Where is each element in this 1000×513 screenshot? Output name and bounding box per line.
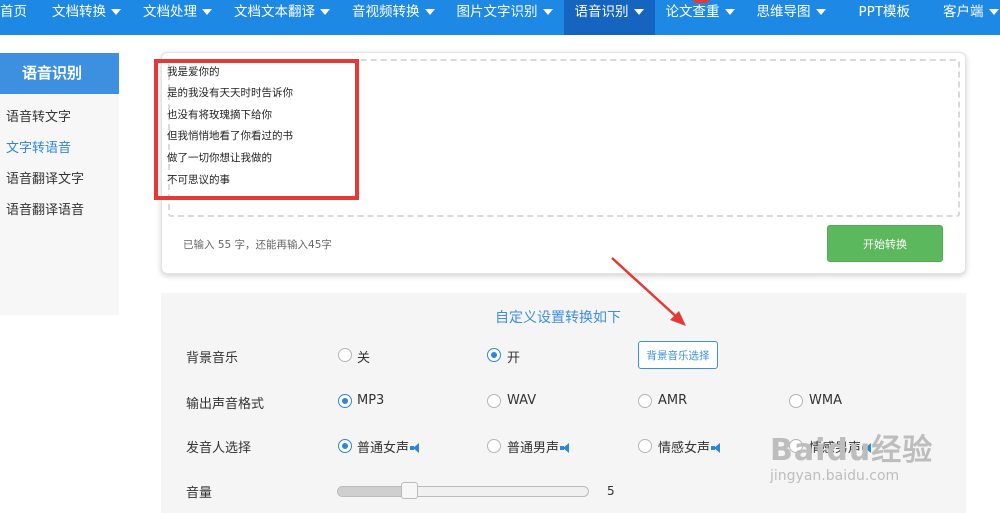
caret-down-icon [633, 9, 644, 15]
caret-down-icon [724, 9, 735, 15]
volume-label: 音量 [186, 486, 213, 501]
top-nav: 首页 文档转换 文档处理 文档文本翻译 音视频转换 图片文字识别 语音识别 论文… [0, 0, 1000, 35]
voice-label: 发音人选择 [186, 441, 252, 456]
format-option: AMR [658, 393, 688, 408]
voice-option: 情感女声 [658, 437, 723, 456]
nav-item-av-convert[interactable]: 音视频转换 [341, 0, 446, 35]
voice-male-normal-radio[interactable] [487, 439, 501, 453]
caret-down-icon [424, 9, 435, 15]
format-mp3-radio[interactable] [338, 394, 352, 408]
watermark-url: jingyan.baidu.com [770, 468, 900, 484]
nav-item-ocr[interactable]: 图片文字识别 [446, 0, 564, 35]
format-option: WMA [809, 393, 842, 408]
nav-label: 文档处理 [143, 4, 197, 20]
speaker-icon[interactable] [560, 443, 572, 453]
nav-label: 文档文本翻译 [234, 4, 315, 20]
nav-label: 思维导图 [756, 4, 811, 20]
bg-music-off-label: 关 [357, 351, 371, 366]
volume-slider-fill [338, 487, 406, 496]
nav-item-mindmap[interactable]: 思维导图 [746, 0, 837, 35]
annotation-arrow-icon [611, 257, 686, 326]
nav-label: 图片文字识别 [456, 4, 538, 20]
nav-label: 文档转换 [52, 4, 106, 20]
format-option: MP3 [357, 393, 385, 408]
format-label: 输出声音格式 [186, 397, 265, 412]
voice-female-normal-radio[interactable] [338, 439, 352, 453]
bg-music-label: 背景音乐 [186, 351, 239, 366]
nav-item-speech-recognition[interactable]: 语音识别 [563, 0, 655, 35]
sidebar-item-speech-to-text[interactable]: 语音转文字 [0, 102, 119, 133]
nav-label: 论文查重 [665, 4, 720, 20]
nav-label: PPT模板 [858, 4, 911, 20]
nav-item-doc-translate[interactable]: 文档文本翻译 [223, 0, 341, 35]
caret-down-icon [202, 9, 212, 15]
caret-down-icon [542, 9, 553, 15]
nav-item-plagiarism[interactable]: 论文查重 [655, 0, 746, 35]
voice-option: 普通男声 [507, 437, 572, 456]
nav-label: 语音识别 [574, 4, 629, 20]
caret-down-icon [320, 9, 330, 15]
bg-music-off-radio[interactable] [338, 348, 352, 362]
voice-option-label: 普通女声 [357, 441, 410, 456]
bg-music-on-label: 开 [507, 351, 521, 366]
bg-music-choose-button[interactable]: 背景音乐选择 [638, 341, 718, 369]
sidebar-item-text-to-speech[interactable]: 文字转语音 [0, 133, 119, 164]
bg-music-on-radio[interactable] [487, 348, 501, 362]
format-wav-radio[interactable] [487, 394, 501, 408]
format-amr-radio[interactable] [638, 394, 652, 408]
voice-female-emotion-radio[interactable] [638, 439, 652, 453]
hot-badge [693, 0, 709, 3]
nav-label: 客户端 [943, 4, 984, 20]
baidu-watermark-logo: Baidu经验 [770, 433, 934, 468]
nav-item-doc-process[interactable]: 文档处理 [132, 0, 223, 35]
nav-label: 音视频转换 [352, 4, 420, 20]
format-wma-radio[interactable] [789, 394, 803, 408]
volume-slider-handle[interactable] [401, 482, 418, 499]
speaker-icon[interactable] [711, 443, 723, 453]
start-convert-button[interactable]: 开始转换 [827, 225, 943, 262]
nav-item-home[interactable]: 首页 [0, 0, 41, 35]
nav-label: 首页 [0, 4, 27, 20]
sidebar: 语音识别 语音转文字 文字转语音 语音翻译文字 语音翻译语音 [0, 53, 119, 315]
caret-down-icon [111, 9, 121, 15]
sidebar-item-speech-translate-speech[interactable]: 语音翻译语音 [0, 195, 119, 226]
voice-option-label: 普通男声 [507, 441, 560, 456]
caret-down-icon [815, 9, 826, 15]
format-option: WAV [507, 393, 537, 408]
nav-item-client[interactable]: 客户端 [932, 0, 1000, 35]
voice-option: 普通女声 [357, 437, 422, 456]
volume-slider[interactable] [337, 486, 589, 497]
sidebar-title: 语音识别 [0, 53, 119, 94]
caret-down-icon [988, 9, 999, 15]
voice-option-label: 情感女声 [658, 441, 711, 456]
nav-item-doc-convert[interactable]: 文档转换 [41, 0, 132, 35]
annotation-highlight-box [154, 59, 359, 200]
sidebar-item-speech-translate-text[interactable]: 语音翻译文字 [0, 164, 119, 195]
char-count: 已输入 55 字，还能再输入45字 [183, 239, 332, 251]
volume-value: 5 [607, 484, 615, 498]
nav-item-ppt[interactable]: PPT模板 [837, 0, 933, 35]
speaker-icon[interactable] [410, 443, 422, 453]
